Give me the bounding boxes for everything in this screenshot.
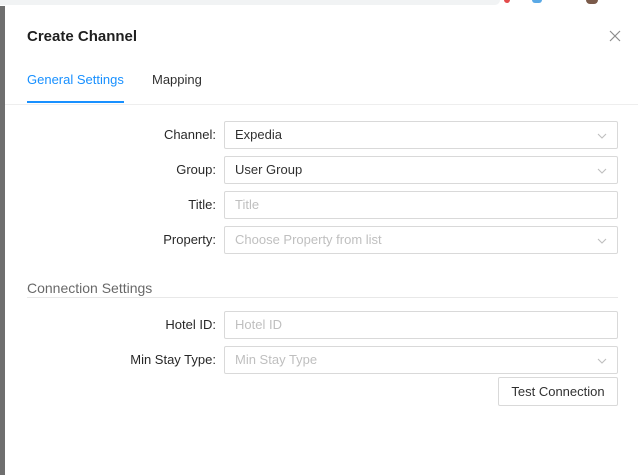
min-stay-type-placeholder: Min Stay Type <box>235 352 318 367</box>
min-stay-type-select[interactable]: Min Stay Type <box>224 346 618 374</box>
form-row-group: Group: User Group <box>5 156 638 184</box>
channel-select-value: Expedia <box>235 127 282 142</box>
tab-general-settings[interactable]: General Settings <box>27 70 124 90</box>
create-channel-modal: Create Channel General Settings Mapping … <box>5 6 638 475</box>
modal-title: Create Channel <box>27 28 138 45</box>
active-tab-indicator <box>27 101 124 103</box>
tab-bar: General Settings Mapping <box>5 64 638 105</box>
property-label: Property: <box>163 232 216 247</box>
chevron-down-icon <box>597 133 607 139</box>
browser-extension-icon <box>504 0 510 3</box>
form-row-min-stay-type: Min Stay Type: Min Stay Type <box>5 346 638 374</box>
browser-url-bar-edge <box>0 0 500 5</box>
property-select-placeholder: Choose Property from list <box>235 232 382 247</box>
group-select-value: User Group <box>235 162 303 177</box>
browser-avatar <box>586 0 598 4</box>
section-divider <box>27 297 618 298</box>
close-icon <box>609 30 621 42</box>
min-stay-type-label: Min Stay Type: <box>130 352 216 367</box>
property-select[interactable]: Choose Property from list <box>224 226 618 254</box>
group-select[interactable]: User Group <box>224 156 618 184</box>
channel-label: Channel: <box>163 127 216 142</box>
form-row-title: Title: <box>5 191 638 219</box>
hotel-id-label: Hotel ID: <box>165 317 216 332</box>
close-button[interactable] <box>607 28 623 44</box>
tab-mapping[interactable]: Mapping <box>152 70 202 90</box>
title-input[interactable] <box>235 192 595 218</box>
test-connection-button[interactable]: Test Connection <box>498 377 618 406</box>
connection-settings-heading: Connection Settings <box>27 280 153 296</box>
form-row-hotel-id: Hotel ID: <box>5 311 638 339</box>
group-label: Group: <box>176 162 216 177</box>
chevron-down-icon <box>597 238 607 244</box>
form-row-channel: Channel: Expedia <box>5 121 638 149</box>
hotel-id-field[interactable] <box>224 311 618 339</box>
channel-select[interactable]: Expedia <box>224 121 618 149</box>
chevron-down-icon <box>597 358 607 364</box>
browser-extension-icon <box>532 0 542 3</box>
chevron-down-icon <box>597 168 607 174</box>
title-label: Title: <box>188 197 216 212</box>
title-field[interactable] <box>224 191 618 219</box>
hotel-id-input[interactable] <box>235 312 595 338</box>
form-row-property: Property: Choose Property from list <box>5 226 638 254</box>
